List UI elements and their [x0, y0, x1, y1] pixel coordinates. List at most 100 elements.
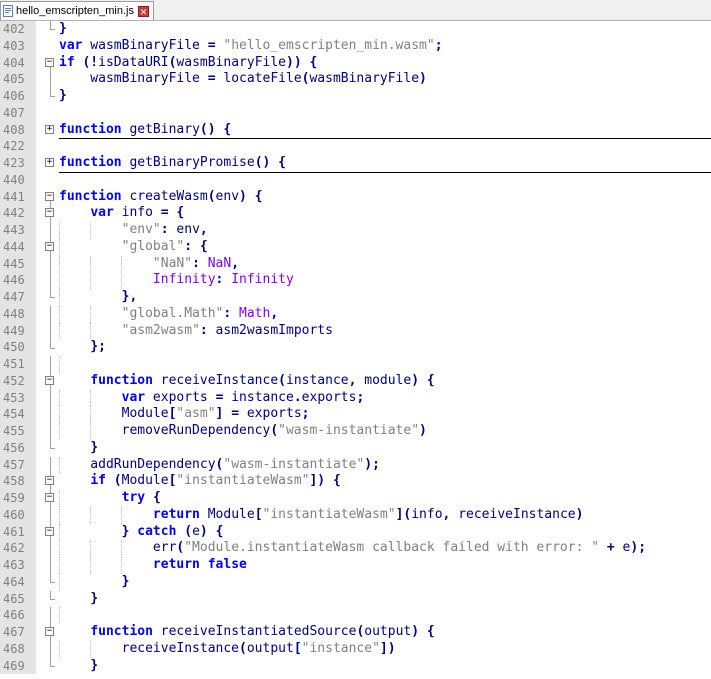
indent-guide	[59, 222, 60, 239]
code-text: "env": env,	[59, 222, 711, 239]
code-line[interactable]: 448 "global.Math": Math,	[0, 305, 711, 323]
fold-margin[interactable]: −	[36, 238, 56, 256]
code-token: =	[160, 205, 169, 221]
fold-collapse-icon[interactable]: −	[45, 627, 54, 636]
code-token: {	[152, 490, 161, 505]
indent-guide	[59, 322, 60, 340]
line-number: 423	[0, 155, 36, 172]
code-line[interactable]: 423 + function getBinaryPromise() {	[0, 155, 711, 173]
code-line[interactable]: 404− if (!isDataURI(wasmBinaryFile)) {	[0, 54, 711, 72]
code-token: (	[207, 188, 216, 204]
fold-collapse-icon[interactable]: −	[45, 57, 54, 67]
code-line[interactable]: 465 }	[0, 590, 711, 608]
code-line[interactable]: 407	[0, 104, 711, 122]
fold-collapse-icon[interactable]: −	[45, 493, 54, 502]
code-token: Module	[199, 506, 255, 522]
code-text: function getBinaryPromise() {	[59, 155, 711, 173]
code-token: env	[168, 222, 200, 237]
line-number: 447	[0, 289, 36, 306]
code-token: (	[239, 640, 247, 656]
fold-collapse-icon[interactable]: −	[45, 375, 54, 385]
fold-margin[interactable]: −	[36, 188, 56, 206]
line-number: 440	[0, 171, 36, 189]
code-line[interactable]: 462 err("Module.instantiateWasm callback…	[0, 540, 711, 557]
file-tab[interactable]: hello_emscripten_min.js ✕	[0, 1, 154, 20]
code-line[interactable]: 461− } catch (e) {	[0, 523, 711, 541]
code-line[interactable]: 422	[0, 138, 711, 155]
code-line[interactable]: 442− var info = {	[0, 205, 711, 222]
code-line[interactable]: 468 receiveInstance(output["instance"])	[0, 640, 711, 658]
code-line[interactable]: 447 },	[0, 289, 711, 306]
code-line[interactable]: 469 }	[0, 657, 711, 675]
fold-margin[interactable]: −	[36, 490, 56, 507]
code-line[interactable]: 459− try {	[0, 490, 711, 507]
fold-collapse-icon[interactable]: −	[45, 526, 54, 536]
code-editor[interactable]: 402} 403 var wasmBinaryFile = "hello_emscr…	[0, 21, 711, 675]
fold-margin[interactable]: −	[36, 473, 56, 490]
code-text: "asm2wasm": asm2wasmImports	[59, 322, 711, 340]
code-line[interactable]: 449 "asm2wasm": asm2wasmImports	[0, 322, 711, 340]
code-line[interactable]: 455 removeRunDependency("wasm-instantiat…	[0, 423, 711, 440]
code-token: },	[121, 289, 138, 304]
fold-collapse-icon[interactable]: −	[45, 208, 54, 218]
code-line[interactable]: 450 };	[0, 339, 711, 356]
fold-margin[interactable]: −	[36, 372, 56, 390]
code-line[interactable]: 452− function receiveInstance(instance, …	[0, 372, 711, 390]
close-icon[interactable]: ✕	[138, 5, 149, 17]
code-token: receiveInstantiatedSource	[152, 624, 357, 639]
fold-margin[interactable]: −	[36, 205, 56, 222]
code-line[interactable]: 406}	[0, 88, 711, 105]
code-token: )	[419, 423, 427, 438]
fold-margin[interactable]: +	[36, 155, 56, 172]
fold-collapse-icon[interactable]: −	[45, 191, 54, 201]
code-line[interactable]: 405 wasmBinaryFile = locateFile(wasmBina…	[0, 71, 711, 88]
code-line[interactable]: 456 }	[0, 439, 711, 457]
code-line[interactable]: 453 var exports = instance.exports;	[0, 389, 711, 407]
code-text: var exports = instance.exports;	[59, 389, 711, 407]
code-token: Module	[121, 473, 169, 489]
code-line[interactable]: 458− if (Module["instantiateWasm"]) {	[0, 473, 711, 490]
code-line[interactable]: 464 }	[0, 573, 711, 591]
code-line[interactable]: 457 addRunDependency("wasm-instantiate")…	[0, 456, 711, 474]
code-line[interactable]: 467− function receiveInstantiatedSource(…	[0, 624, 711, 641]
code-line[interactable]: 440	[0, 171, 711, 189]
code-line[interactable]: 441− function createWasm(env) {	[0, 188, 711, 206]
code-token: {	[254, 188, 263, 204]
code-token: "wasm-instantiate"	[223, 456, 365, 472]
code-token: NaN	[207, 255, 232, 271]
code-line[interactable]: 460 return Module["instantiateWasm"](inf…	[0, 506, 711, 524]
code-token: ))	[286, 54, 302, 70]
fold-margin[interactable]: −	[36, 523, 56, 541]
code-line[interactable]: 443 "env": env,	[0, 222, 711, 239]
code-line[interactable]: 451	[0, 356, 711, 373]
code-line[interactable]: 446 Infinity: Infinity	[0, 272, 711, 289]
fold-margin[interactable]: +	[36, 121, 56, 139]
code-line[interactable]: 454 Module["asm"] = exports;	[0, 406, 711, 423]
fold-margin	[36, 456, 56, 474]
code-line[interactable]: 402}	[0, 21, 711, 38]
code-line[interactable]: 408 + function getBinary() {	[0, 121, 711, 140]
indent-guide	[59, 238, 60, 256]
fold-expand-icon[interactable]: +	[45, 158, 54, 167]
fold-margin[interactable]: −	[36, 54, 56, 72]
code-token: info	[113, 205, 161, 221]
fold-collapse-icon[interactable]: −	[45, 241, 54, 251]
fold-margin[interactable]: −	[36, 624, 56, 641]
code-token: =	[207, 37, 216, 53]
code-text: addRunDependency("wasm-instantiate");	[59, 456, 711, 474]
code-line[interactable]: 463 return false	[0, 557, 711, 574]
code-token: function	[59, 121, 122, 137]
code-line[interactable]: 445 "NaN": NaN,	[0, 255, 711, 273]
code-text: "global": {	[59, 238, 711, 256]
code-token: .	[293, 389, 302, 405]
code-line[interactable]: 466	[0, 607, 711, 624]
code-line[interactable]: 444− "global": {	[0, 238, 711, 256]
fold-expand-icon[interactable]: +	[45, 124, 54, 134]
code-line[interactable]: 403 var wasmBinaryFile = "hello_emscripte…	[0, 37, 711, 55]
fold-collapse-icon[interactable]: −	[45, 476, 54, 486]
